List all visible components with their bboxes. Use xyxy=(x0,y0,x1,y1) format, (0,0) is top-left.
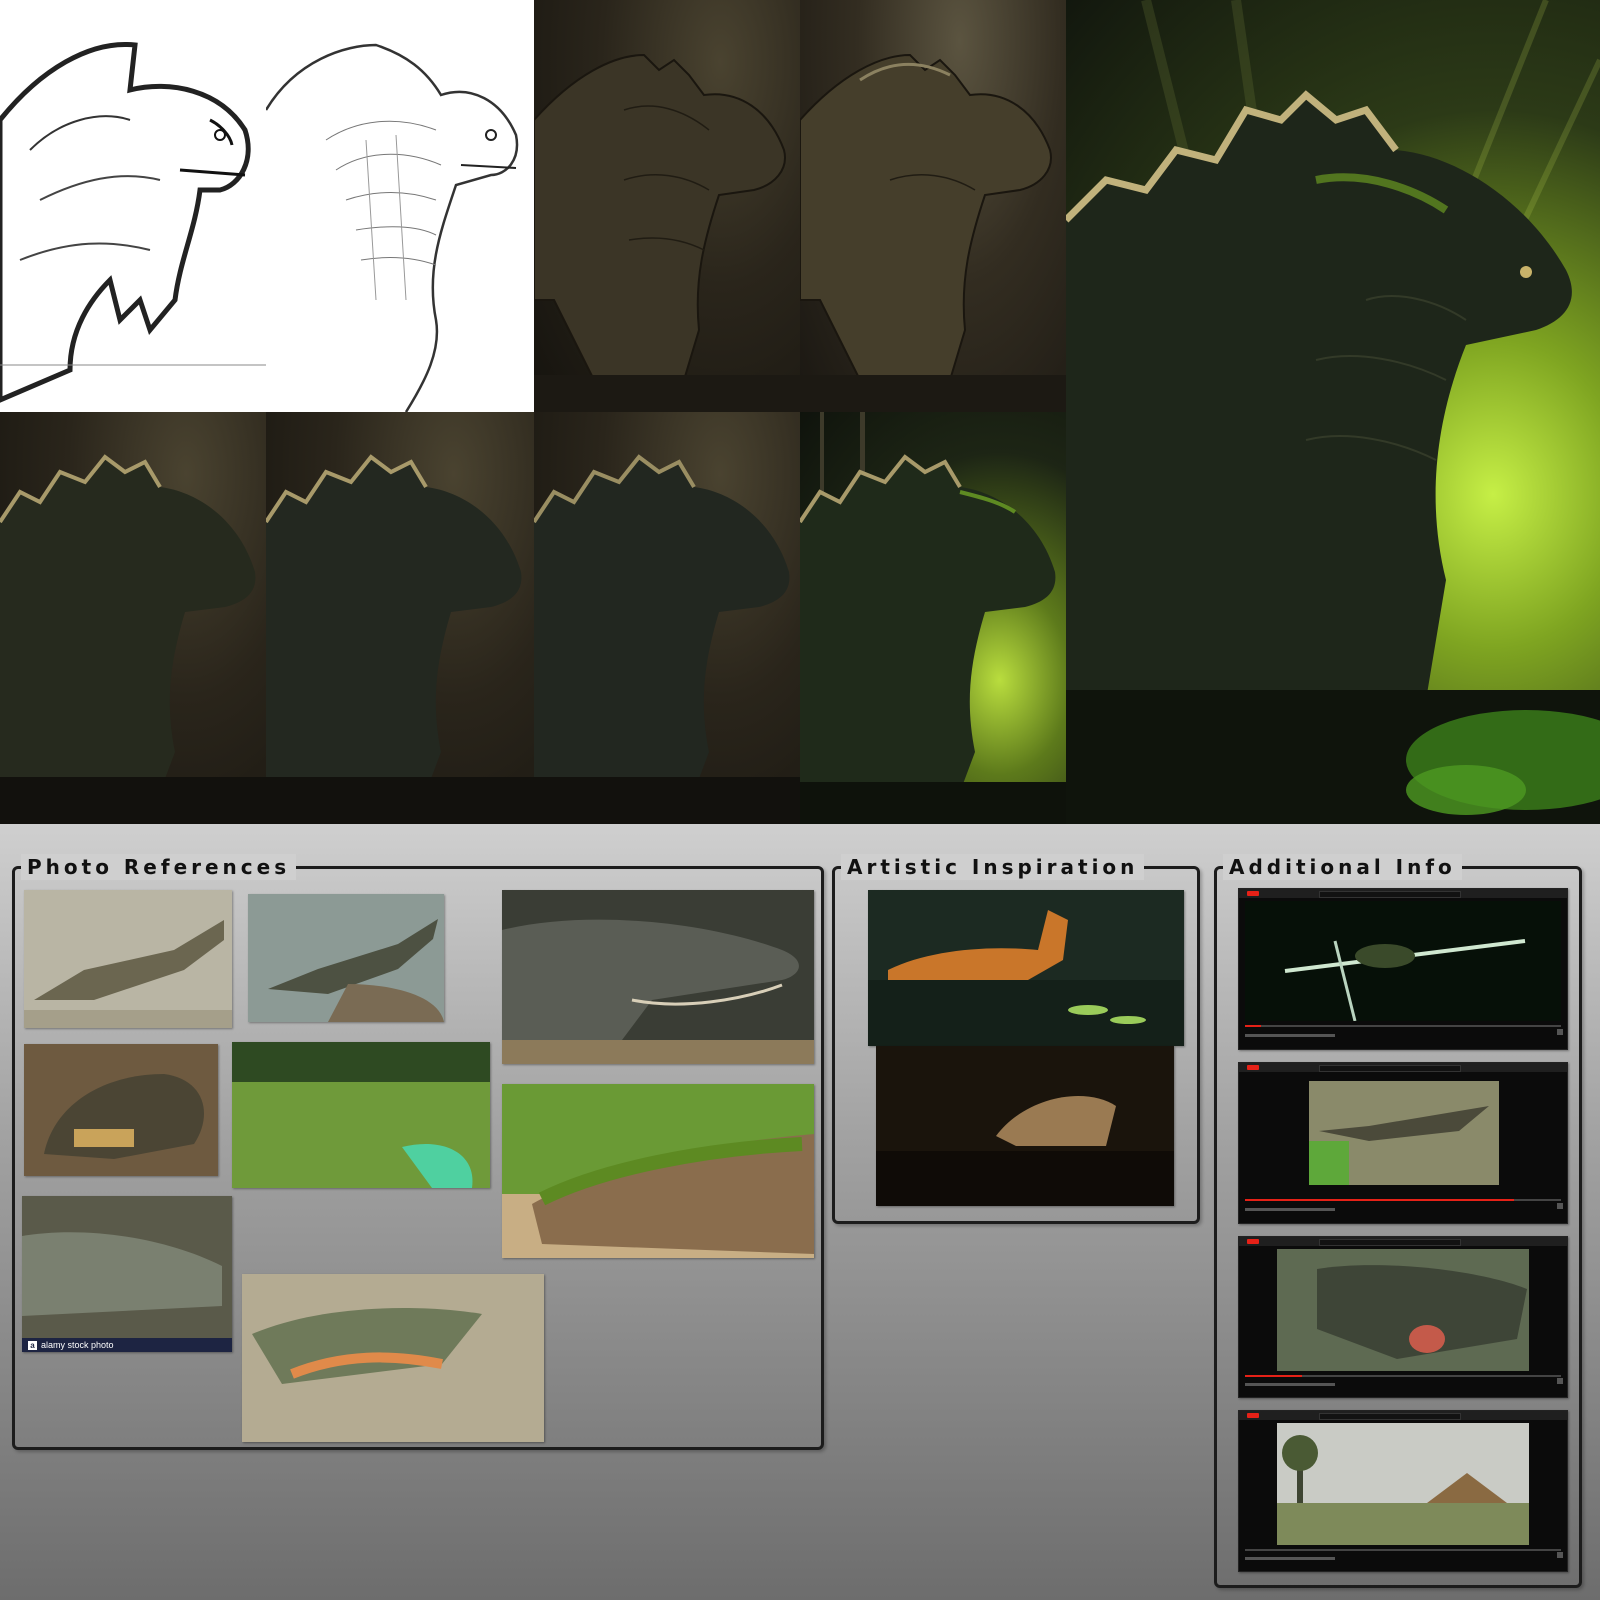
inspiration-painting-rhino xyxy=(876,1046,1174,1206)
video-frame-crocodile-shore[interactable] xyxy=(1309,1081,1499,1185)
stock-watermark-text: alamy stock photo xyxy=(41,1340,114,1350)
reference-photo-crocodile-jaws xyxy=(242,1274,544,1442)
video-screenshot-3[interactable] xyxy=(1238,1236,1568,1398)
stage-lighting xyxy=(800,0,1066,412)
scales-1-creature xyxy=(0,454,266,824)
video-header-bar xyxy=(1239,1237,1567,1246)
video-progress-1[interactable] xyxy=(1245,1025,1561,1027)
fullscreen-icon[interactable] xyxy=(1557,1203,1563,1209)
line-art-drawing xyxy=(266,43,519,412)
video-progress-3[interactable] xyxy=(1245,1375,1561,1377)
final-creature xyxy=(1066,0,1600,824)
reference-photo-mossy-crocodile xyxy=(502,1084,814,1258)
scales-3-creature xyxy=(534,454,800,824)
youtube-search-input[interactable] xyxy=(1319,1413,1461,1420)
fullscreen-icon[interactable] xyxy=(1557,1552,1563,1558)
video-screenshot-1[interactable] xyxy=(1238,888,1568,1050)
video-screenshot-2[interactable] xyxy=(1238,1062,1568,1224)
reference-board: Photo References a alamy stock photo Arti… xyxy=(0,824,1600,1600)
artistic-inspiration-title: Artistic Inspiration xyxy=(841,854,1145,880)
youtube-search-input[interactable] xyxy=(1319,891,1461,898)
stage-underpainting xyxy=(534,0,800,412)
video-header-bar xyxy=(1239,1063,1567,1072)
youtube-logo-icon xyxy=(1247,1239,1259,1244)
alamy-logo-icon: a xyxy=(28,1341,37,1350)
painting-progression xyxy=(0,0,1600,824)
video-progress-2[interactable] xyxy=(1245,1199,1561,1201)
video-screenshot-4[interactable] xyxy=(1238,1410,1568,1572)
fullscreen-icon[interactable] xyxy=(1557,1029,1563,1035)
stock-watermark: a alamy stock photo xyxy=(22,1338,232,1352)
video-frame-crocodile-open-mouth[interactable] xyxy=(1277,1249,1529,1371)
additional-info-title: Additional Info xyxy=(1223,854,1462,880)
youtube-logo-icon xyxy=(1247,1065,1259,1070)
stage-scales-1 xyxy=(0,412,266,824)
video-progress-4[interactable] xyxy=(1245,1549,1561,1551)
reference-photo-crocodile-basking xyxy=(24,1044,218,1176)
video-caption-2 xyxy=(1245,1208,1335,1211)
stage-scales-3 xyxy=(534,412,800,824)
video-caption-3 xyxy=(1245,1383,1335,1386)
video-caption-1 xyxy=(1245,1034,1335,1037)
stage-rough-sketch xyxy=(0,0,266,412)
scales-2-creature xyxy=(266,454,534,824)
stage-final-painting xyxy=(1066,0,1600,824)
video-caption-4 xyxy=(1245,1557,1335,1560)
youtube-logo-icon xyxy=(1247,891,1259,896)
reference-photo-swamp-lilypads xyxy=(232,1042,490,1188)
video-header-bar xyxy=(1239,1411,1567,1420)
video-header-bar xyxy=(1239,889,1567,898)
video-frame-flooded-hut[interactable] xyxy=(1277,1423,1529,1545)
reference-photo-crocodile-rock xyxy=(24,890,232,1028)
youtube-logo-icon xyxy=(1247,1413,1259,1418)
youtube-search-input[interactable] xyxy=(1319,1239,1461,1246)
reference-photo-crocodile-water xyxy=(248,894,444,1022)
photo-references-title: Photo References xyxy=(21,854,297,880)
youtube-search-input[interactable] xyxy=(1319,1065,1461,1072)
stage-line-art xyxy=(266,0,534,412)
lighting-creature xyxy=(800,53,1066,412)
reference-photo-alligator-closeup xyxy=(502,890,814,1064)
stage-scales-2 xyxy=(266,412,534,824)
rough-sketch-drawing xyxy=(0,41,266,403)
color-glow-creature xyxy=(800,412,1066,824)
underpainting-creature xyxy=(534,53,800,412)
stage-color-glow xyxy=(800,412,1066,824)
reference-photo-crocodile-stock: a alamy stock photo xyxy=(22,1196,232,1352)
video-frame-night-crocodile[interactable] xyxy=(1245,901,1561,1021)
fullscreen-icon[interactable] xyxy=(1557,1378,1563,1384)
inspiration-painting-tiger xyxy=(868,890,1184,1046)
